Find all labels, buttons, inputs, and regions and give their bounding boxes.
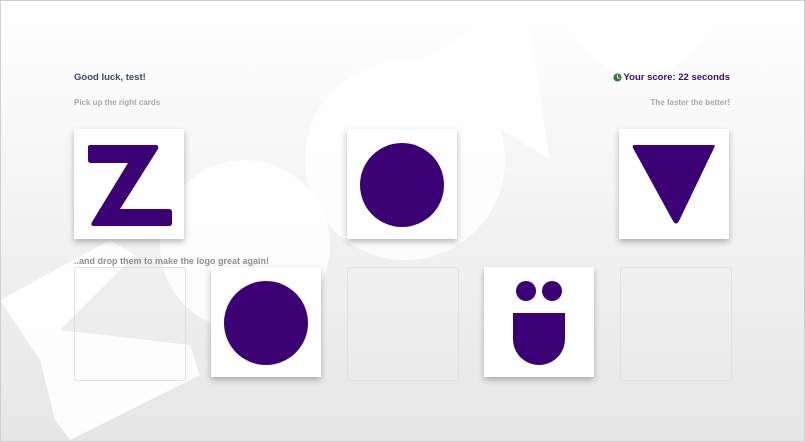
card-letter-z[interactable] <box>74 129 184 239</box>
drop-slot-1[interactable] <box>74 267 186 381</box>
speed-hint: The faster the better! <box>650 98 730 107</box>
drop-slot-2-circle[interactable] <box>211 267 321 377</box>
drop-instruction: ..and drop them to make the logo great a… <box>74 256 270 266</box>
clock-icon <box>612 73 622 82</box>
score-display: Your score: 22 seconds <box>612 72 730 83</box>
card-triangle[interactable] <box>619 129 729 239</box>
letter-z-icon <box>88 145 172 226</box>
drop-slot-5[interactable] <box>620 267 732 381</box>
drop-slot-3[interactable] <box>347 267 459 381</box>
pick-instruction: Pick up the right cards <box>74 98 161 107</box>
card-circle[interactable] <box>347 129 457 239</box>
face-u-icon <box>513 281 565 365</box>
drop-slot-4-face[interactable] <box>484 267 594 377</box>
circle-icon <box>360 143 444 227</box>
score-text: Your score: 22 seconds <box>623 72 730 83</box>
circle-icon <box>224 281 308 365</box>
triangle-down-icon <box>632 145 715 224</box>
greeting-text: Good luck, test! <box>74 72 146 83</box>
